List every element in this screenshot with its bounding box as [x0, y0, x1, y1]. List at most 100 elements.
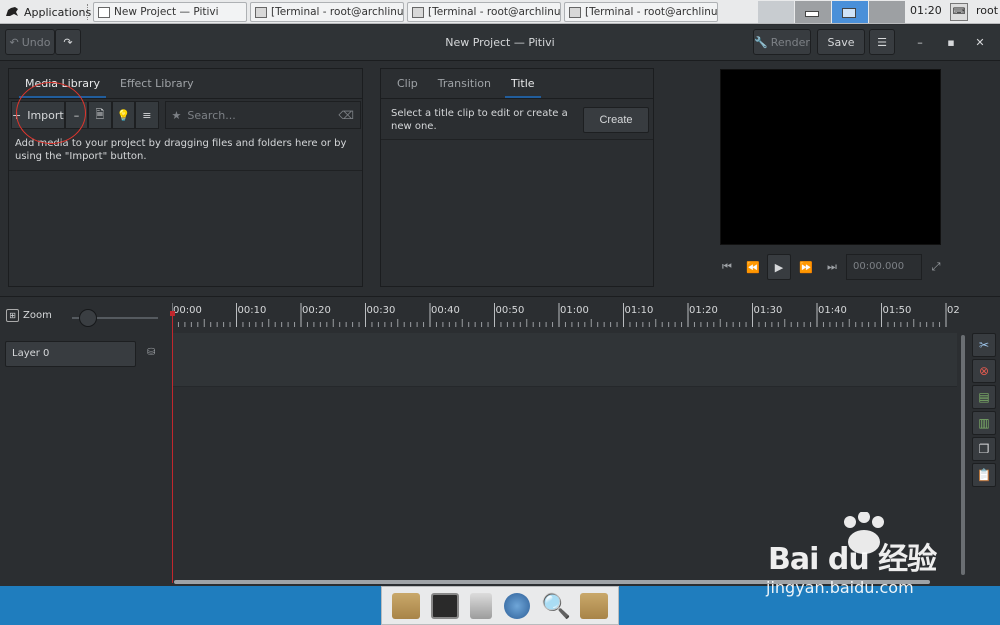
- goto-end-button[interactable]: ⏭: [821, 256, 843, 278]
- search-icon[interactable]: 🔍: [541, 593, 571, 619]
- workspace-2[interactable]: [795, 1, 832, 23]
- ruler-label: 00:20: [302, 305, 331, 316]
- task-terminal-2[interactable]: [Terminal - root@archlinux:~]: [407, 2, 561, 22]
- title-hint: Select a title clip to edit or create a …: [391, 108, 568, 132]
- clear-search-icon[interactable]: ⌫: [338, 109, 354, 122]
- import-button[interactable]: + Import: [11, 101, 65, 129]
- clip-properties-button[interactable]: 🗎: [88, 101, 112, 129]
- tab-media-library[interactable]: Media Library: [15, 69, 110, 98]
- folder-icon[interactable]: [580, 592, 609, 619]
- minus-icon: –: [73, 108, 80, 122]
- playhead-handle[interactable]: [170, 311, 175, 316]
- minimize-button[interactable]: –: [910, 33, 930, 53]
- task-terminal-3[interactable]: [Terminal - root@archlinux:~]: [564, 2, 718, 22]
- scissors-icon: ✂: [978, 338, 990, 352]
- maximize-button[interactable]: ▪: [941, 33, 961, 53]
- clip-config-tabs: Clip Transition Title: [381, 69, 653, 99]
- paste-icon: 📋: [976, 468, 992, 482]
- terminal-icon[interactable]: [430, 592, 459, 619]
- zoom-control: ⊞ Zoom: [6, 309, 52, 322]
- ruler-label: 01:40: [818, 305, 847, 316]
- timecode-field[interactable]: 00:00.000: [846, 254, 922, 280]
- group-icon: ▤: [978, 390, 990, 404]
- split-button[interactable]: ✂: [972, 333, 996, 357]
- task-label: New Project — Pitivi: [114, 6, 219, 18]
- skip-start-icon: ⏮: [722, 260, 732, 273]
- zoom-fit-icon[interactable]: ⊞: [6, 309, 19, 322]
- fast-forward-icon: ⏩: [799, 260, 813, 274]
- delete-button[interactable]: ⊗: [972, 359, 996, 383]
- task-label: [Terminal - root@archlinux:~]: [271, 6, 404, 18]
- redo-button[interactable]: ↷: [55, 29, 81, 55]
- workspace-3[interactable]: [832, 1, 869, 23]
- xfce-logo-icon: [6, 7, 18, 16]
- applications-label: Applications: [24, 5, 92, 19]
- ruler-label: 02: [947, 305, 960, 316]
- media-library-panel: Media Library Effect Library + Import – …: [8, 68, 363, 287]
- tab-transition[interactable]: Transition: [428, 69, 501, 98]
- create-title-button[interactable]: Create: [583, 107, 649, 133]
- tab-clip[interactable]: Clip: [387, 69, 428, 98]
- layer-name[interactable]: Layer 0: [5, 341, 136, 367]
- group-button[interactable]: ▤: [972, 385, 996, 409]
- hamburger-icon: ☰: [877, 35, 887, 49]
- terminal-icon: [255, 6, 267, 18]
- document-icon: 🗎: [95, 107, 105, 121]
- tab-title[interactable]: Title: [501, 69, 545, 98]
- list-icon: ≡: [142, 108, 152, 122]
- rewind-button[interactable]: ⏪: [742, 256, 764, 278]
- proxy-button[interactable]: 💡: [111, 101, 136, 129]
- home-folder-icon[interactable]: [391, 592, 420, 619]
- save-button[interactable]: Save: [817, 29, 865, 55]
- layer-track[interactable]: [172, 333, 957, 387]
- workspace-4[interactable]: [869, 1, 906, 23]
- lightbulb-icon: 💡: [116, 108, 131, 122]
- layer-settings-icon[interactable]: ⛁: [147, 347, 159, 359]
- window-icon: [98, 6, 110, 18]
- remove-button[interactable]: –: [64, 101, 89, 129]
- view-mode-button[interactable]: ≡: [135, 101, 159, 129]
- tab-effect-library[interactable]: Effect Library: [110, 69, 204, 98]
- copy-button[interactable]: ❐: [972, 437, 996, 461]
- mini-window-icon: [842, 8, 856, 18]
- save-label: Save: [827, 35, 855, 49]
- terminal-icon: [569, 6, 581, 18]
- applications-menu[interactable]: Applications: [4, 3, 91, 21]
- user-label[interactable]: root: [976, 4, 998, 17]
- search-field[interactable]: ★ ⌫: [164, 101, 361, 129]
- render-button[interactable]: 🔧 Render: [753, 29, 811, 55]
- web-browser-icon[interactable]: [503, 592, 530, 619]
- clock[interactable]: 01:20: [910, 4, 942, 17]
- minimize-icon: –: [917, 36, 923, 49]
- task-label: [Terminal - root@archlinux:~]: [428, 6, 561, 18]
- horizontal-scrollbar[interactable]: [174, 580, 930, 584]
- ruler-label: 00:50: [496, 305, 525, 316]
- zoom-slider-thumb[interactable]: [79, 309, 97, 327]
- undo-button[interactable]: ↶ Undo: [5, 29, 55, 55]
- workspace-1[interactable]: [758, 1, 795, 23]
- top-panel: Applications New Project — Pitivi [Termi…: [0, 0, 1000, 24]
- maximize-icon: ▪: [947, 36, 955, 49]
- detach-viewer-button[interactable]: ⤢: [926, 256, 946, 278]
- search-input[interactable]: [187, 108, 333, 122]
- divider: [381, 139, 653, 140]
- forward-button[interactable]: ⏩: [795, 256, 817, 278]
- media-library-tabs: Media Library Effect Library: [9, 69, 362, 99]
- goto-start-button[interactable]: ⏮: [716, 256, 738, 278]
- vertical-scrollbar[interactable]: [961, 335, 965, 575]
- task-terminal-1[interactable]: [Terminal - root@archlinux:~]: [250, 2, 404, 22]
- paste-button[interactable]: 📋: [972, 463, 996, 487]
- main-menu-button[interactable]: ☰: [869, 29, 895, 55]
- time-ruler[interactable]: 00:00 00:10 00:20 00:30 00:40 00:50 01:00 01:10…: [172, 303, 962, 333]
- playhead[interactable]: [172, 313, 173, 583]
- play-button[interactable]: ▶: [767, 254, 791, 280]
- keyboard-icon[interactable]: ⌨: [950, 3, 968, 21]
- task-pitivi[interactable]: New Project — Pitivi: [93, 2, 247, 22]
- star-icon: ★: [171, 108, 182, 122]
- clip-config-panel: Clip Transition Title Select a title cli…: [380, 68, 654, 287]
- viewer-screen: [720, 69, 941, 245]
- ungroup-button[interactable]: ▥: [972, 411, 996, 435]
- ungroup-icon: ▥: [978, 416, 990, 430]
- file-manager-icon[interactable]: [470, 592, 493, 619]
- close-button[interactable]: ✕: [970, 33, 990, 53]
